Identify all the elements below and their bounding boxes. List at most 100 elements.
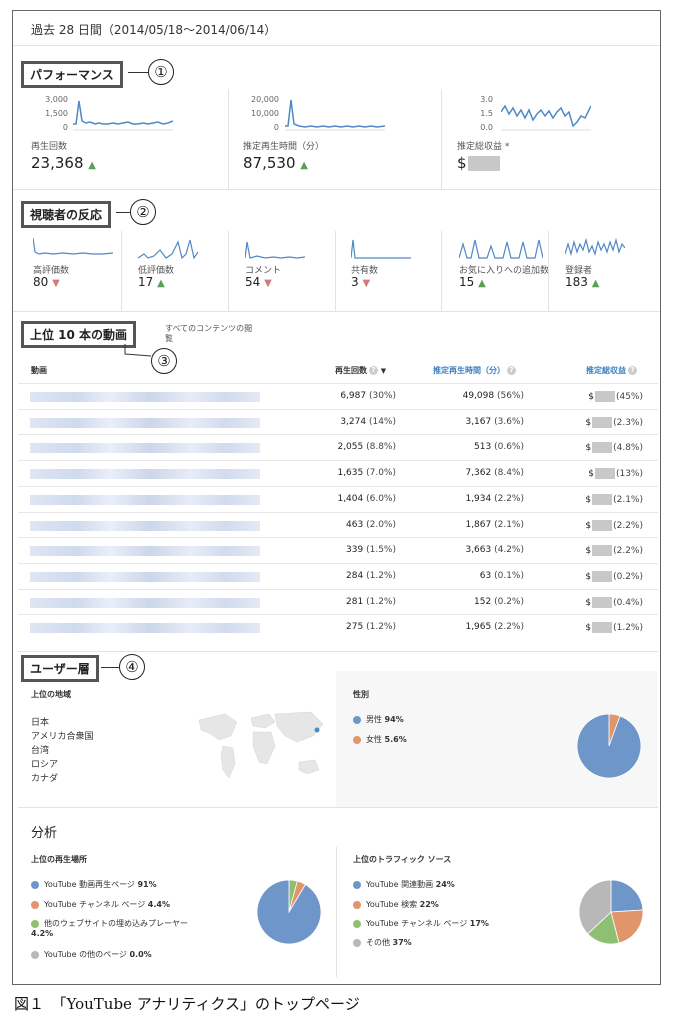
col-video[interactable]: 動画 bbox=[31, 365, 47, 376]
help-icon: ? bbox=[369, 366, 378, 375]
legend-traffic-item: YouTube 関連動画 24% bbox=[353, 879, 455, 890]
redacted-value bbox=[594, 468, 615, 480]
traffic-pie-chart bbox=[578, 879, 644, 945]
col-revenue[interactable]: 推定総収益? bbox=[586, 365, 637, 376]
world-map bbox=[198, 711, 324, 779]
callout-2: ② bbox=[130, 199, 156, 225]
trend-up-icon: ▲ bbox=[88, 160, 96, 171]
col-views[interactable]: 再生回数? ▼ bbox=[335, 365, 386, 376]
col-watch-time[interactable]: 推定再生時間（分）? bbox=[433, 365, 516, 376]
perf-ticks-watchtime: 20,000 10,000 0 bbox=[251, 95, 279, 132]
video-title-redacted[interactable] bbox=[30, 520, 260, 531]
redacted-value bbox=[467, 156, 500, 171]
legend-playback-item: YouTube チャンネル ページ 4.4% bbox=[31, 899, 170, 910]
cell-revenue: $ (1.2%) bbox=[585, 622, 643, 634]
section-top-videos: 上位 10 本の動画 bbox=[21, 321, 137, 348]
perf-label-revenue: 推定総収益 * bbox=[457, 142, 510, 152]
cell-watch-time: 152 (0.2%) bbox=[474, 596, 524, 607]
legend-dot bbox=[31, 919, 39, 928]
pie-slice-1 bbox=[576, 713, 642, 779]
legend-dot bbox=[353, 919, 361, 928]
trend-down-icon: ▼ bbox=[264, 278, 272, 289]
playback-title: 上位の再生場所 bbox=[31, 855, 87, 864]
video-title-redacted[interactable] bbox=[30, 571, 260, 582]
reaction-value-favorites: 15 ▲ bbox=[459, 275, 486, 289]
help-icon: ? bbox=[628, 366, 637, 375]
redacted-value bbox=[592, 416, 613, 428]
callout-3: ③ bbox=[151, 348, 177, 374]
cell-views: 284 (1.2%) bbox=[346, 570, 396, 581]
video-title-redacted[interactable] bbox=[30, 392, 260, 402]
legend-traffic-item: その他 37% bbox=[353, 937, 412, 948]
playback-pie-chart bbox=[256, 879, 322, 945]
video-title-redacted[interactable] bbox=[30, 469, 260, 480]
video-title-redacted[interactable] bbox=[30, 417, 260, 428]
table-row[interactable]: 1,635 (7.0%) 7,362 (8.4%) $ (13%) bbox=[18, 460, 658, 487]
sort-desc-icon: ▼ bbox=[380, 367, 387, 375]
cell-revenue: $ (2.2%) bbox=[585, 519, 643, 531]
table-row[interactable]: 2,055 (8.8%) 513 (0.6%) $ (4.8%) bbox=[18, 434, 658, 461]
callout-line-3 bbox=[124, 344, 152, 357]
trend-down-icon: ▼ bbox=[362, 278, 371, 289]
trend-up-icon: ▲ bbox=[300, 160, 308, 171]
table-row[interactable]: 3,274 (14%) 3,167 (3.6%) $ (2.3%) bbox=[18, 408, 658, 436]
legend-dot bbox=[353, 715, 361, 724]
cell-revenue: $ (2.1%) bbox=[585, 493, 643, 505]
traffic-title: 上位のトラフィック ソース bbox=[353, 855, 452, 864]
video-title-redacted[interactable] bbox=[30, 623, 260, 634]
trend-down-icon: ▼ bbox=[52, 278, 60, 289]
legend-traffic-item: YouTube チャンネル ページ 17% bbox=[353, 918, 489, 929]
video-title-redacted[interactable] bbox=[30, 494, 260, 505]
callout-line-4 bbox=[101, 667, 119, 668]
table-row[interactable]: 284 (1.2%) 63 (0.1%) $ (0.2%) bbox=[18, 562, 658, 590]
redacted-value bbox=[592, 545, 613, 557]
section-demographics: ユーザー層 bbox=[21, 655, 99, 682]
table-row[interactable]: 275 (1.2%) 1,965 (2.2%) $ (1.2%) bbox=[18, 614, 658, 641]
gender-title: 性別 bbox=[353, 690, 369, 699]
cell-watch-time: 63 (0.1%) bbox=[479, 570, 524, 581]
table-row[interactable]: 339 (1.5%) 3,663 (4.2%) $ (2.2%) bbox=[18, 537, 658, 564]
redacted-value bbox=[592, 596, 613, 608]
legend-playback-item: YouTube の他のページ 0.0% bbox=[31, 949, 152, 960]
legend-traffic-item: YouTube 検索 22% bbox=[353, 899, 439, 910]
section-reaction: 視聴者の反応 bbox=[21, 201, 112, 228]
perf-sparkline-revenue bbox=[501, 104, 591, 131]
cell-watch-time: 513 (0.6%) bbox=[474, 442, 524, 453]
video-title-redacted[interactable] bbox=[30, 546, 260, 557]
perf-value-views: 23,368 ▲ bbox=[31, 154, 96, 172]
reaction-value-subscribers: 183 ▲ bbox=[565, 275, 600, 289]
legend-playback-item: YouTube 動画再生ページ 91% bbox=[31, 879, 157, 890]
table-row[interactable]: 463 (2.0%) 1,867 (2.1%) $ (2.2%) bbox=[18, 511, 658, 539]
section-performance: パフォーマンス bbox=[21, 61, 123, 88]
table-row[interactable]: 281 (1.2%) 152 (0.2%) $ (0.4%) bbox=[18, 588, 658, 616]
cell-views: 281 (1.2%) bbox=[346, 596, 396, 607]
reaction-sparkline-shares bbox=[351, 239, 411, 259]
gender-pie-chart bbox=[576, 713, 642, 779]
reaction-value-shares: 3 ▼ bbox=[351, 275, 371, 289]
table-row[interactable]: 6,987 (30%) 49,098 (56%) $ (45%) bbox=[18, 383, 658, 410]
cell-watch-time: 3,663 (4.2%) bbox=[465, 545, 524, 556]
cell-watch-time: 1,867 (2.1%) bbox=[465, 519, 524, 530]
video-title-redacted[interactable] bbox=[30, 597, 260, 608]
table-row[interactable]: 1,404 (6.0%) 1,934 (2.2%) $ (2.1%) bbox=[18, 485, 658, 513]
reaction-value-likes: 80 ▼ bbox=[33, 275, 60, 289]
trend-up-icon: ▲ bbox=[478, 278, 486, 289]
video-title-redacted[interactable] bbox=[30, 443, 260, 454]
redacted-value bbox=[592, 442, 613, 454]
redacted-value bbox=[592, 519, 613, 531]
pie-slice-0 bbox=[610, 879, 644, 913]
perf-label-views: 再生回数 bbox=[31, 142, 68, 152]
legend-dot bbox=[31, 900, 39, 909]
reaction-sparkline-favorites bbox=[459, 239, 543, 259]
divider bbox=[13, 45, 660, 46]
legend-dot bbox=[31, 880, 39, 889]
legend-dot bbox=[353, 900, 361, 909]
cell-revenue: $ (0.2%) bbox=[585, 570, 643, 582]
region-title: 上位の地域 bbox=[31, 690, 71, 699]
cell-revenue: $ (45%) bbox=[588, 391, 643, 402]
legend-dot bbox=[353, 880, 361, 889]
perf-value-revenue: $ bbox=[457, 154, 501, 172]
figure-caption: 図１ 「YouTube アナリティクス」のトップページ bbox=[14, 995, 360, 1013]
reaction-value-dislikes: 17 ▲ bbox=[138, 275, 165, 289]
perf-ticks-revenue: 3.0 1.5 0.0 bbox=[480, 95, 493, 132]
